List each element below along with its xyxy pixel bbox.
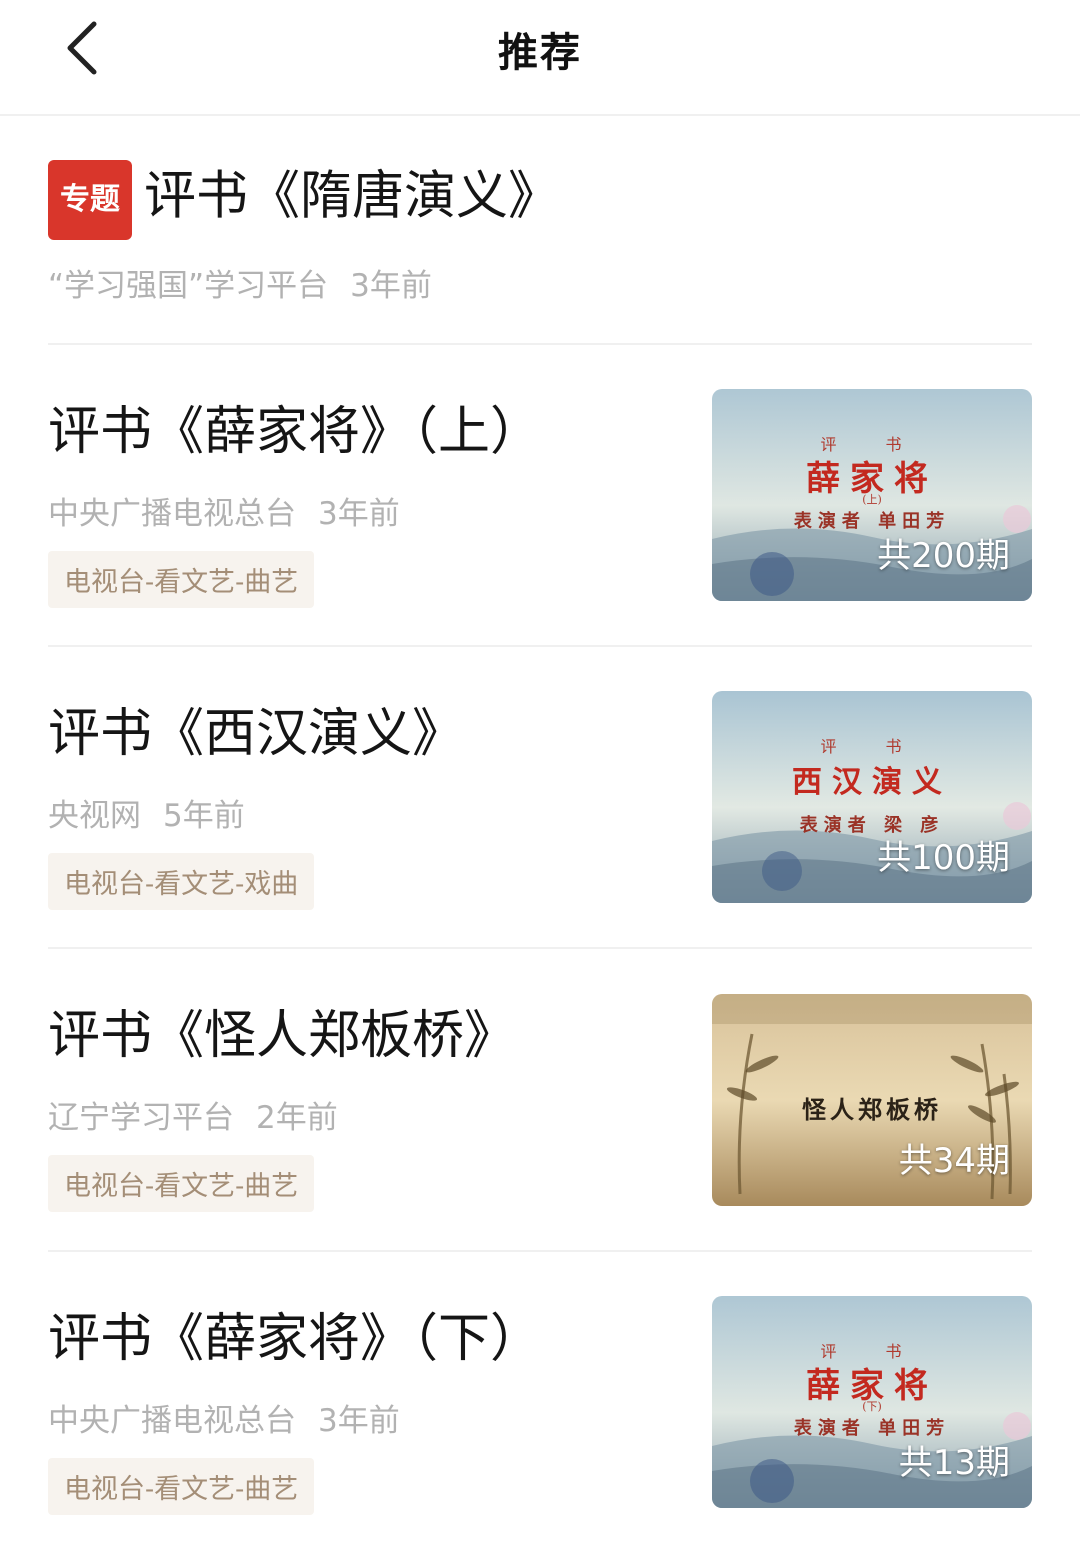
- item-time: 3年前: [318, 496, 400, 532]
- category-tag[interactable]: 电视台-看文艺-曲艺: [48, 1155, 315, 1212]
- topic-time: 3年前: [350, 268, 432, 304]
- item-source: 中央广播电视总台: [48, 1403, 296, 1439]
- thumbnail-mark: (上): [862, 493, 882, 506]
- episode-count: 共200期: [877, 536, 1010, 576]
- topic-title: 评书《隋唐演义》: [144, 166, 561, 227]
- divider: [48, 947, 1032, 949]
- divider: [48, 1250, 1032, 1252]
- episode-count: 共34期: [898, 1141, 1010, 1181]
- page-title: 推荐: [498, 30, 582, 76]
- category-tag[interactable]: 电视台-看文艺-曲艺: [48, 551, 315, 608]
- item-time: 3年前: [318, 1403, 400, 1439]
- topic-source: “学习强国”学习平台: [48, 268, 329, 304]
- thumbnail-title: 怪人郑板桥: [802, 1095, 942, 1124]
- topic-title-row: 专题 评书《隋唐演义》: [48, 160, 1032, 240]
- category-tag[interactable]: 电视台-看文艺-戏曲: [48, 853, 315, 910]
- category-tag[interactable]: 电视台-看文艺-曲艺: [48, 1458, 315, 1515]
- top-bar: 推荐: [0, 0, 1080, 116]
- divider: [48, 343, 1032, 345]
- item-thumbnail[interactable]: 评 书 西汉演义 表演者 梁 彦 共100期: [712, 691, 1032, 903]
- episode-count: 共100期: [877, 838, 1010, 878]
- item-time: 2年前: [256, 1100, 338, 1136]
- item-source: 中央广播电视总台: [48, 496, 296, 532]
- topic-item[interactable]: 专题 评书《隋唐演义》 “学习强国”学习平台 3年前: [48, 160, 1032, 305]
- episode-count: 共13期: [898, 1443, 1010, 1483]
- topic-meta: “学习强国”学习平台 3年前: [48, 260, 1032, 305]
- item-thumbnail[interactable]: 怪人郑板桥 共34期: [712, 994, 1032, 1206]
- topic-badge: 专题: [48, 160, 132, 240]
- divider: [48, 645, 1032, 647]
- item-source: 央视网: [48, 798, 141, 834]
- thumbnail-small-text: 评 书: [820, 737, 924, 756]
- thumbnail-title: 西汉演义: [792, 765, 952, 800]
- item-source: 辽宁学习平台: [48, 1100, 234, 1136]
- thumbnail-mark: (下): [862, 1400, 882, 1413]
- item-time: 5年前: [163, 798, 245, 834]
- item-thumbnail[interactable]: 评 书 薛家将 (下) 表演者 单田芳 共13期: [712, 1296, 1032, 1508]
- item-thumbnail[interactable]: 评 书 薛家将 (上) 表演者 单田芳 共200期: [712, 389, 1032, 601]
